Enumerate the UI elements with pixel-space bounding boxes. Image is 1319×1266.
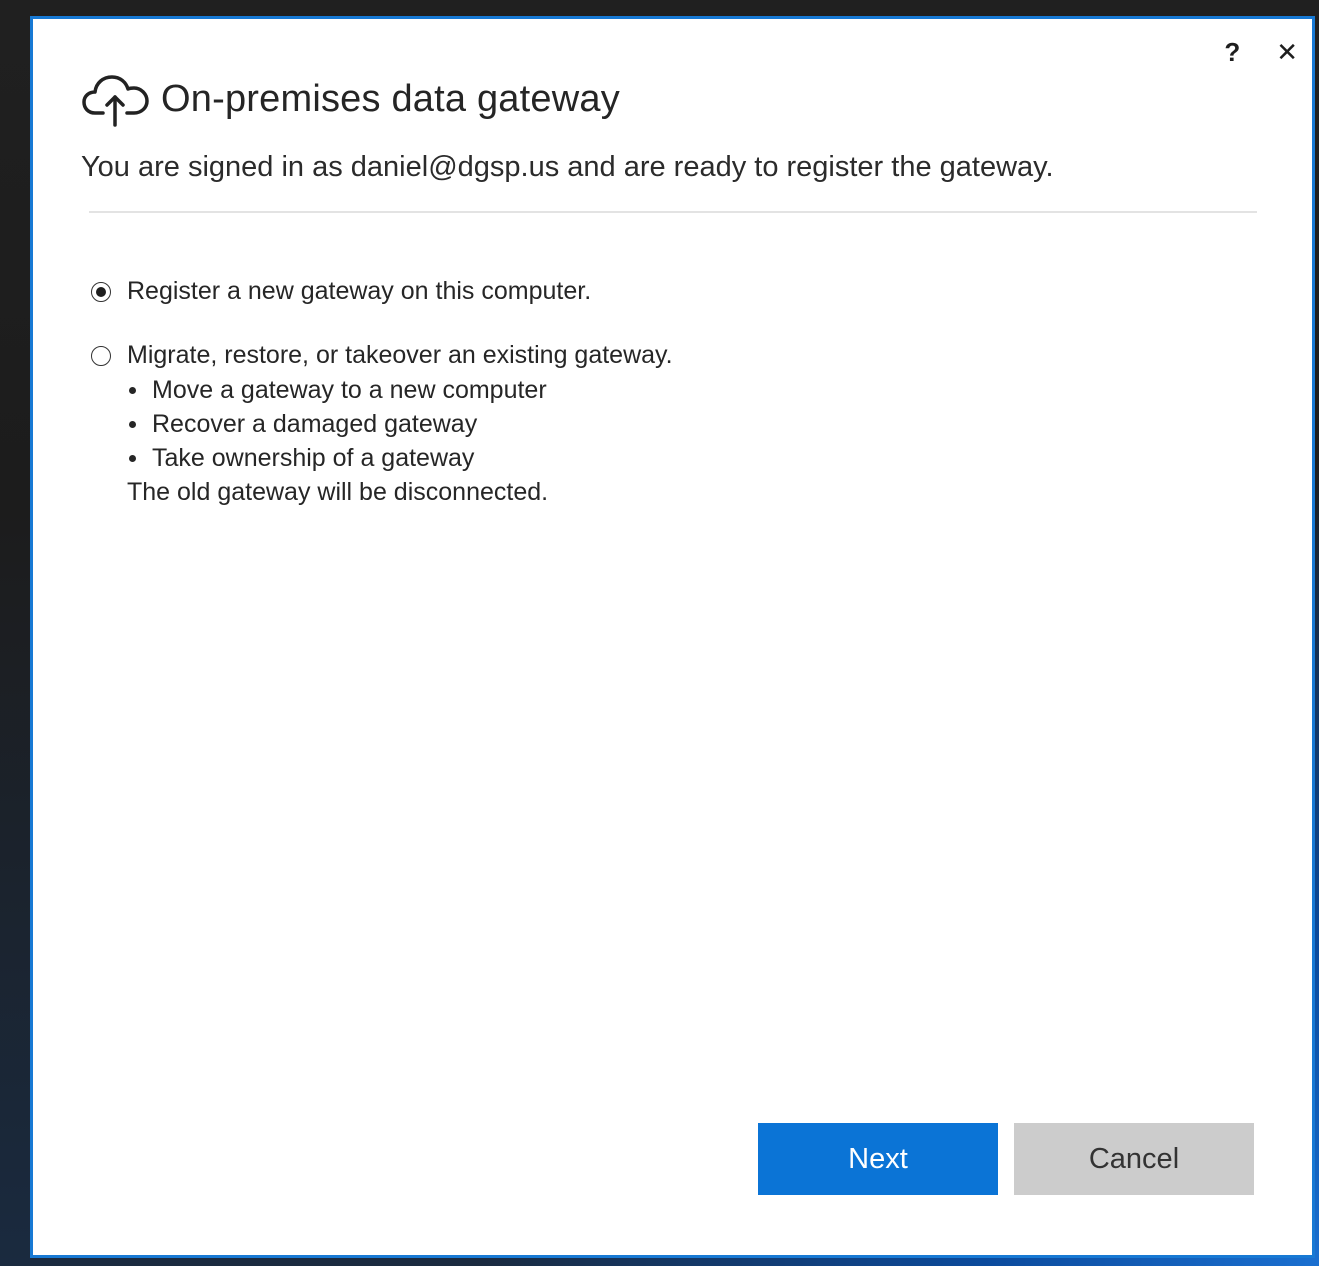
- option-register-label: Register a new gateway on this computer.: [127, 277, 592, 305]
- radio-selected-dot: [96, 286, 106, 297]
- signed-in-message: You are signed in as daniel@dgsp.us and …: [81, 151, 1054, 183]
- bullet-text: Take ownership of a gateway: [152, 444, 475, 472]
- cloud-upload-icon: [82, 75, 149, 127]
- migrate-bullet-list: Move a gateway to a new computer Recover…: [127, 373, 547, 475]
- help-button[interactable]: ?: [1224, 39, 1240, 65]
- radio-migrate[interactable]: [91, 345, 111, 366]
- option-migrate-label: Migrate, restore, or takeover an existin…: [127, 341, 673, 369]
- disconnect-note: The old gateway will be disconnected.: [127, 478, 549, 506]
- bullet-text: Recover a damaged gateway: [152, 410, 478, 438]
- radio-register-new[interactable]: [91, 281, 111, 302]
- dialog-header: On-premises data gateway: [81, 67, 620, 131]
- list-item: Take ownership of a gateway: [127, 441, 547, 475]
- list-item: Recover a damaged gateway: [127, 407, 547, 441]
- option-register-new-gateway[interactable]: Register a new gateway on this computer.: [91, 277, 591, 306]
- bullet-icon: [129, 386, 136, 394]
- bullet-icon: [129, 454, 136, 462]
- cancel-button[interactable]: Cancel: [1014, 1123, 1254, 1195]
- option-migrate-gateway[interactable]: Migrate, restore, or takeover an existin…: [91, 341, 673, 370]
- bullet-text: Move a gateway to a new computer: [152, 376, 547, 404]
- next-button[interactable]: Next: [758, 1123, 998, 1195]
- list-item: Move a gateway to a new computer: [127, 373, 547, 407]
- dialog-title: On-premises data gateway: [161, 77, 620, 120]
- close-button[interactable]: ✕: [1276, 39, 1298, 65]
- bullet-icon: [129, 420, 136, 428]
- divider: [89, 211, 1257, 213]
- gateway-dialog: ? ✕ On-premises data gateway You are sig…: [30, 16, 1315, 1258]
- title-controls: ? ✕: [1224, 39, 1298, 65]
